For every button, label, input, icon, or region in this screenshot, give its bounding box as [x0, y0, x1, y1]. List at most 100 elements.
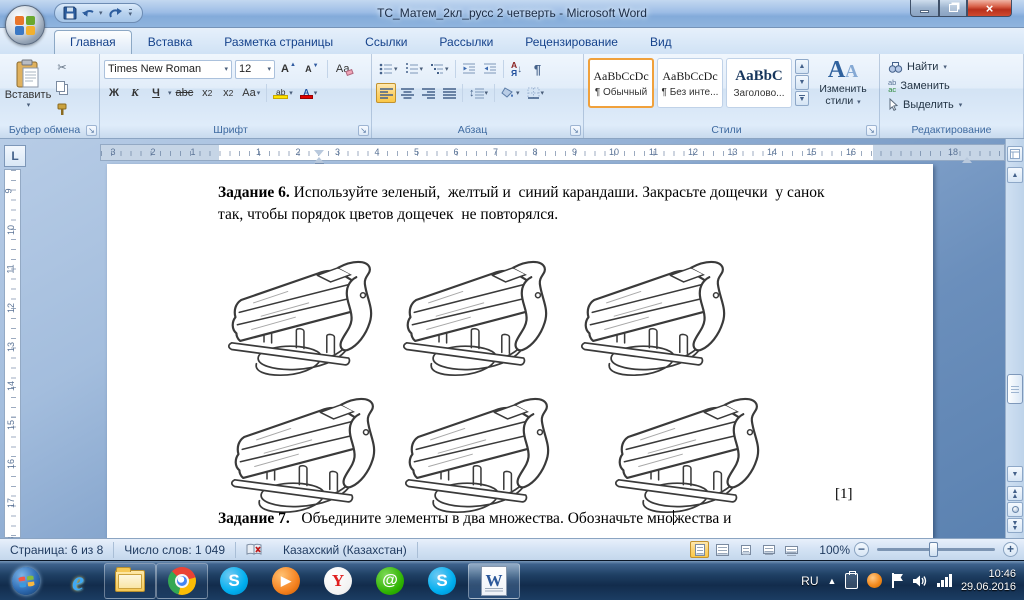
language-switcher[interactable]: RU	[801, 574, 818, 588]
italic-button[interactable]: К	[125, 83, 145, 103]
font-size-combobox[interactable]: 12 ▾	[235, 60, 275, 79]
sled-drawing[interactable]	[225, 252, 401, 388]
format-painter-button[interactable]	[52, 99, 72, 119]
taskbar-explorer-icon[interactable]	[104, 563, 156, 599]
styles-dialog-launcher[interactable]: ↘	[866, 125, 877, 136]
show-hidden-icons-button[interactable]: ▲	[828, 576, 837, 586]
font-family-combobox[interactable]: Times New Roman ▾	[104, 60, 232, 79]
taskbar-yandex-icon[interactable]: Y	[312, 563, 364, 599]
next-page-button[interactable]: ▼▼	[1007, 518, 1023, 533]
toggle-ruler-button[interactable]	[1007, 146, 1023, 162]
style-card-normal[interactable]: AaBbCcDc ¶ Обычный	[588, 58, 654, 108]
change-case-button[interactable]: Aa▾	[239, 83, 263, 103]
underline-button[interactable]: Ч	[146, 83, 166, 103]
zoom-level[interactable]: 100%	[819, 543, 850, 557]
proofing-status[interactable]	[236, 539, 273, 560]
styles-scroll-down-button[interactable]: ▼	[795, 75, 809, 90]
taskbar-ie-icon[interactable]: e	[52, 563, 104, 599]
taskbar-mailru-icon[interactable]: @	[364, 563, 416, 599]
bullets-button[interactable]: ▾	[376, 59, 401, 79]
sled-drawing[interactable]	[400, 252, 576, 388]
style-card-no-spacing[interactable]: AaBbCcDc ¶ Без инте...	[657, 58, 723, 108]
bold-button[interactable]: Ж	[104, 83, 124, 103]
taskbar-word-icon[interactable]: W	[468, 563, 520, 599]
underline-caret-icon[interactable]: ▾	[168, 89, 172, 97]
taskbar-start-icon[interactable]	[0, 563, 52, 599]
tab-home[interactable]: Главная	[54, 30, 132, 54]
tab-stop-selector[interactable]: L	[4, 145, 26, 167]
draft-view-button[interactable]	[782, 541, 801, 558]
grow-font-button[interactable]: А▲	[278, 59, 299, 79]
zoom-in-button[interactable]: +	[1003, 542, 1018, 557]
line-spacing-button[interactable]: ↕ ▾	[466, 83, 491, 103]
sled-drawing[interactable]	[612, 389, 788, 525]
restore-button[interactable]	[939, 0, 967, 17]
close-button[interactable]: ×	[967, 0, 1012, 17]
task6-paragraph[interactable]: Задание 6. Используйте зеленый, желтый и…	[218, 182, 878, 226]
fullscreen-reading-view-button[interactable]	[713, 541, 732, 558]
paragraph-dialog-launcher[interactable]: ↘	[570, 125, 581, 136]
minimize-button[interactable]	[910, 0, 939, 17]
network-signal-icon[interactable]	[937, 574, 952, 587]
first-line-indent-marker[interactable]	[314, 150, 324, 156]
document-page[interactable]: Задание 6. Используйте зеленый, желтый и…	[107, 164, 933, 538]
increase-indent-button[interactable]	[480, 59, 500, 79]
taskbar-wmp-icon[interactable]: ▶	[260, 563, 312, 599]
web-layout-view-button[interactable]	[736, 541, 755, 558]
justify-button[interactable]	[439, 83, 459, 103]
action-center-flag-icon[interactable]	[891, 573, 903, 588]
clipboard-dialog-launcher[interactable]: ↘	[86, 125, 97, 136]
styles-gallery-expand-button[interactable]: ▼	[795, 91, 809, 106]
paste-button[interactable]: Вставить ▾	[4, 57, 52, 119]
subscript-button[interactable]: x2	[197, 83, 217, 103]
shading-button[interactable]: ▾	[498, 83, 523, 103]
language-indicator[interactable]: Казахский (Казахстан)	[273, 539, 417, 560]
zoom-slider-track[interactable]	[877, 548, 995, 551]
tab-ribbon-6[interactable]: Вид	[634, 30, 688, 54]
right-indent-marker[interactable]	[962, 157, 972, 163]
superscript-button[interactable]: x2	[218, 83, 238, 103]
antivirus-tray-icon[interactable]	[867, 573, 882, 588]
sort-button[interactable]: АЯ ↓	[507, 59, 527, 79]
font-dialog-launcher[interactable]: ↘	[358, 125, 369, 136]
style-card-heading[interactable]: AaBbC Заголово...	[726, 58, 792, 108]
clear-formatting-button[interactable]: Аа	[333, 59, 357, 79]
tab-ribbon-1[interactable]: Вставка	[132, 30, 209, 54]
word-count[interactable]: Число слов: 1 049	[114, 539, 235, 560]
text-highlight-button[interactable]: ab▾	[270, 83, 296, 103]
tab-ribbon-4[interactable]: Рассылки	[423, 30, 509, 54]
styles-scroll-up-button[interactable]: ▲	[795, 59, 809, 74]
sled-drawing[interactable]	[402, 389, 578, 525]
cut-button[interactable]: ✂	[52, 57, 72, 77]
copy-button[interactable]	[52, 78, 72, 98]
select-button[interactable]: Выделить▾	[884, 95, 1019, 114]
align-center-button[interactable]	[397, 83, 417, 103]
select-browse-object-button[interactable]	[1007, 502, 1023, 517]
shrink-font-button[interactable]: А▼	[302, 59, 322, 79]
tray-clock[interactable]: 10:46 29.06.2016	[961, 568, 1016, 594]
decrease-indent-button[interactable]	[459, 59, 479, 79]
align-left-button[interactable]	[376, 83, 396, 103]
scroll-down-button[interactable]: ▼	[1007, 466, 1023, 482]
task7-paragraph[interactable]: Задание 7. Объедините элементы в два мно…	[218, 508, 878, 530]
zoom-out-button[interactable]: −	[854, 542, 869, 557]
tab-ribbon-2[interactable]: Разметка страницы	[208, 30, 349, 54]
print-layout-view-button[interactable]	[690, 541, 709, 558]
replace-button[interactable]: abac Заменить	[884, 76, 1019, 95]
taskbar-chrome-icon[interactable]	[156, 563, 208, 599]
borders-button[interactable]: ▾	[524, 83, 548, 103]
scrollbar-thumb[interactable]	[1007, 374, 1023, 404]
tab-ribbon-3[interactable]: Ссылки	[349, 30, 423, 54]
office-button[interactable]	[5, 5, 45, 45]
scroll-up-button[interactable]: ▲	[1007, 167, 1023, 183]
numbering-button[interactable]: ▾	[402, 59, 427, 79]
sled-drawing[interactable]	[228, 389, 404, 525]
page-indicator[interactable]: Страница: 6 из 8	[0, 539, 113, 560]
sled-drawing[interactable]	[578, 252, 754, 388]
show-marks-button[interactable]: ¶	[528, 59, 548, 79]
taskbar-skype2-icon[interactable]: S	[416, 563, 468, 599]
vertical-scrollbar[interactable]: ▲ ▼ ▲▲ ▼▼	[1005, 139, 1024, 538]
previous-page-button[interactable]: ▲▲	[1007, 486, 1023, 501]
outline-view-button[interactable]	[759, 541, 778, 558]
vertical-ruler[interactable]: 9101112131415161718	[4, 169, 21, 538]
